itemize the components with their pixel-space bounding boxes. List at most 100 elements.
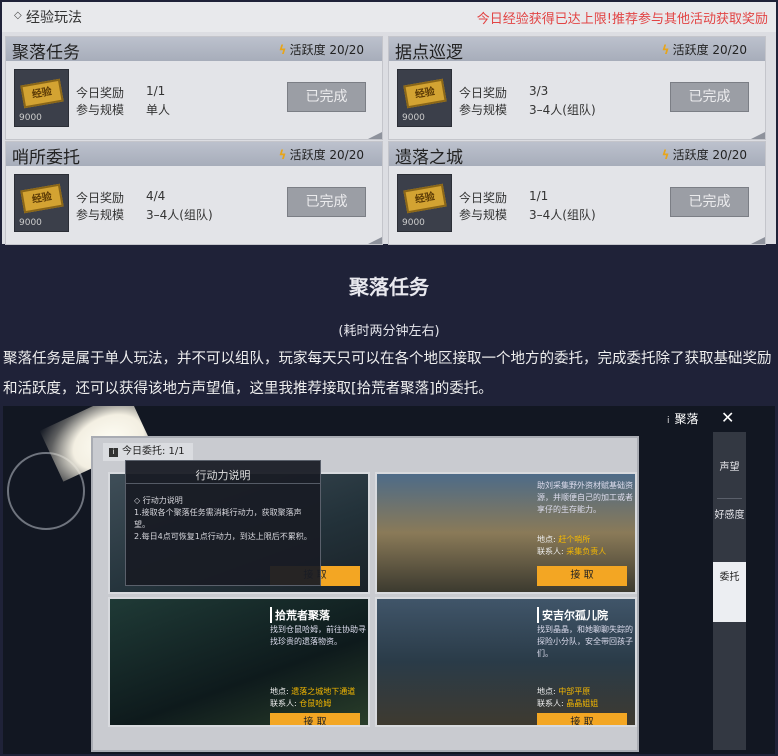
reward-label: 今日奖励 [76,191,125,205]
completed-button[interactable]: 已完成 [670,82,749,112]
quest-panel-2[interactable]: 助刘采集野外资材赋基础资源，并顺便自己的加工或者享仔的生存能力。 地点: 赶个哨… [375,472,637,594]
article-body: 聚落任务是属于单人玩法，并不可以组队，玩家每天只可以在各个地区接取一个地方的委托… [3,351,772,397]
tab-label: 好感度 [714,510,745,521]
activity-label: 活跃度 [289,148,326,162]
tab-favor[interactable]: 好感度 [713,510,746,522]
stamina-tooltip: 行动力说明 ◇ 行动力说明 1.接取各个聚落任务需消耗行动力，获取聚落声望。 2… [125,460,321,586]
tab-label: 委托 [719,572,740,583]
accept-button[interactable]: 接 取 [537,566,627,586]
card-outpost[interactable]: 哨所委托 ϟ 活跃度 20/20 经验 9000 今日奖励 4/4 参与规模 3–… [5,141,383,245]
quest-location: 地点: 中部平原 [537,687,591,696]
side-tabs: 声望 好感度 委托 [713,432,746,750]
accept-button[interactable]: 接 取 [537,713,627,725]
panel-header: ◇ 经验玩法 今日经验获得已达上限!推荐参与其他活动获取奖励 [2,2,776,32]
reward-value: 1/1 [529,189,549,203]
scale-value: 单人 [146,103,171,117]
reward-value: 3/3 [529,84,549,98]
scale-label: 参与规模 [459,103,508,117]
lightning-icon: ϟ [661,148,670,162]
card-header: 遗落之城 ϟ 活跃度 20/20 [389,142,765,168]
item-count: 9000 [19,113,42,123]
completed-button[interactable]: 已完成 [670,187,749,217]
info-icon: i [109,448,118,457]
activity: ϟ 活跃度 20/20 [279,146,364,163]
card-header: 哨所委托 ϟ 活跃度 20/20 [6,142,382,168]
scale-value: 3–4人(组队) [529,208,596,222]
quest-panel-4[interactable]: 安吉尔孤儿院 找到晶晶，和她聊聊失踪的探险小分队，安全带回孩子们。 地点: 中部… [375,597,637,727]
activity: ϟ 活跃度 20/20 [279,41,364,58]
lightning-icon: ϟ [278,43,287,57]
activity-value: 20/20 [329,43,364,57]
card-header: 据点巡逻 ϟ 活跃度 20/20 [389,37,765,63]
info-icon: i [667,416,670,426]
activity-label: 活跃度 [672,43,709,57]
quest-contact: 联系人: 晶晶姐姐 [537,699,599,708]
close-icon[interactable]: ✕ [721,408,734,427]
quest-title: 拾荒者聚落 [270,607,330,623]
activity-label: 活跃度 [289,43,326,57]
reward-value: 1/1 [146,84,166,98]
card-title: 聚落任务 [12,43,80,63]
corner-mark [368,237,382,244]
tooltip-body: ◇ 行动力说明 1.接取各个聚落任务需消耗行动力，获取聚落声望。 2.每日4点可… [134,495,314,543]
ticket-icon: 经验 [403,183,447,214]
corner-mark [368,132,382,139]
completed-button[interactable]: 已完成 [287,82,366,112]
lightning-icon: ϟ [661,43,670,57]
tooltip-title: 行动力说明 [195,469,251,482]
divider [126,483,320,484]
scale-label: 参与规模 [459,208,508,222]
reward-item[interactable]: 经验 9000 [397,69,452,127]
tab-commission[interactable]: 委托 [713,562,746,622]
card-header: 聚落任务 ϟ 活跃度 20/20 [6,37,382,63]
daily-text: 今日委托: 1/1 [122,446,185,457]
panel-title: 经验玩法 [26,10,82,26]
item-count: 9000 [402,218,425,228]
divider [717,498,742,499]
quest-contact: 联系人: 采集负责人 [537,547,607,556]
quest-desc: 找到晶晶，和她聊聊失踪的探险小分队，安全带回孩子们。 [537,625,633,658]
scale-value: 3–4人(组队) [146,208,213,222]
reward-value: 4/4 [146,189,166,203]
card-title: 遗落之城 [395,148,463,168]
daily-commission: i 今日委托: 1/1 [103,443,193,461]
ticket-icon: 经验 [20,183,64,214]
game-screenshot: i 聚落 ✕ i 今日委托: 1/1 接 取 助刘采集野外资材赋基础资源，并顺便自己… [3,406,775,754]
experience-panel: ◇ 经验玩法 今日经验获得已达上限!推荐参与其他活动获取奖励 聚落任务 ϟ 活跃度… [2,2,776,245]
ticket-icon: 经验 [403,78,447,109]
quest-panel-3[interactable]: 拾荒者聚落 找到仓鼠哈姆，前往协助寻找珍贵的遗落物资。 地点: 遗落之城地下通道… [108,597,370,727]
corner-mark [751,132,765,139]
activity-value: 20/20 [329,148,364,162]
item-count: 9000 [402,113,425,123]
card-title: 据点巡逻 [395,43,463,63]
scale-label: 参与规模 [76,103,125,117]
scale-label: 参与规模 [76,208,125,222]
item-count: 9000 [19,218,42,228]
reward-label: 今日奖励 [459,86,508,100]
quest-contact: 联系人: 仓鼠哈姆 [270,699,332,708]
activity: ϟ 活跃度 20/20 [662,41,747,58]
completed-button[interactable]: 已完成 [287,187,366,217]
reward-label: 今日奖励 [76,86,125,100]
ticket-icon: 经验 [20,78,64,109]
article-subtitle: (耗时两分钟左右) [338,324,440,339]
article-section: 聚落任务 (耗时两分钟左右) 聚落任务是属于单人玩法，并不可以组队，玩家每天只可… [0,244,778,404]
tab-label: 声望 [719,462,740,473]
screen-title: i 聚落 [667,410,699,427]
corner-mark [751,237,765,244]
activity-label: 活跃度 [672,148,709,162]
tab-reputation[interactable]: 声望 [713,462,746,474]
accept-button[interactable]: 接 取 [270,713,360,725]
screen-title-text: 聚落 [674,412,699,426]
quest-location: 地点: 赶个哨所 [537,535,591,544]
reward-item[interactable]: 经验 9000 [397,174,452,232]
tooltip-heading: ◇ 行动力说明 [134,496,183,505]
reward-item[interactable]: 经验 9000 [14,69,69,127]
tooltip-line-2: 2.每日4点可恢复1点行动力，到达上限后不累积。 [134,532,312,541]
reward-item[interactable]: 经验 9000 [14,174,69,232]
card-patrol[interactable]: 据点巡逻 ϟ 活跃度 20/20 经验 9000 今日奖励 3/3 参与规模 3–… [388,36,766,140]
card-lost-city[interactable]: 遗落之城 ϟ 活跃度 20/20 经验 9000 今日奖励 1/1 参与规模 3–… [388,141,766,245]
card-settlement[interactable]: 聚落任务 ϟ 活跃度 20/20 经验 9000 今日奖励 1/1 参与规模 单人… [5,36,383,140]
activity: ϟ 活跃度 20/20 [662,146,747,163]
quest-desc: 助刘采集野外资材赋基础资源，并顺便自己的加工或者享仔的生存能力。 [537,481,633,514]
